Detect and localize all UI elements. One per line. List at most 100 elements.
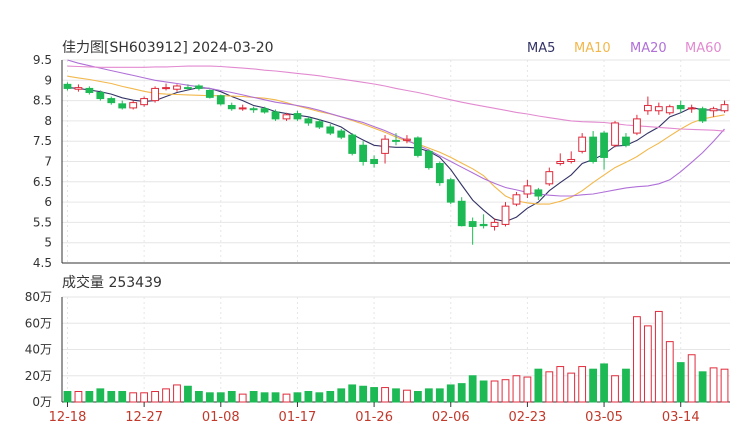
candle: [643, 96, 652, 115]
volume-bar: [534, 368, 543, 403]
volume-bar: [326, 391, 335, 403]
candle-body: [129, 102, 138, 109]
x-axis: 12-18 12-27 01-08 01-17 01-26 02-06 02-23 03-05…: [49, 402, 700, 425]
candle: [63, 82, 72, 91]
x-tick-label: 01-26: [355, 410, 393, 425]
candle-body: [654, 106, 663, 112]
volume-bar: [676, 362, 685, 403]
volume-bar: [282, 393, 291, 403]
volume-bar: [184, 385, 192, 403]
candle: [424, 149, 433, 170]
volume-bar: [205, 392, 214, 403]
candle: [118, 100, 127, 110]
candle-body: [85, 87, 94, 93]
volume-bar: [435, 388, 444, 403]
candle-body: [534, 189, 543, 197]
volume-bar: [315, 392, 324, 403]
price-ytick-label: 8.5: [33, 94, 52, 108]
volume-bar: [162, 388, 170, 403]
candle: [534, 187, 543, 201]
volume-bar: [107, 391, 116, 403]
volume-bar: [173, 384, 181, 403]
legend: MA5 MA10 MA20 MA60: [527, 41, 722, 56]
volume-bar: [643, 325, 652, 403]
candle: [556, 153, 565, 166]
candle-body: [687, 107, 696, 110]
candle-body: [63, 83, 72, 89]
volume-bar: [512, 375, 521, 403]
volume-bar: [381, 387, 389, 403]
candle-body: [490, 221, 499, 227]
candle: [611, 120, 619, 148]
candle-body: [381, 138, 389, 154]
candle-body: [337, 130, 346, 138]
candle-body: [468, 221, 477, 227]
volume-bar: [337, 388, 346, 403]
price-ytick-label: 9: [44, 73, 52, 87]
candle-body: [556, 161, 565, 165]
candle: [293, 110, 302, 121]
candle-body: [282, 114, 291, 120]
candle-body: [600, 132, 608, 158]
volume-bar: [216, 392, 225, 403]
price-ytick-label: 5.5: [33, 215, 52, 229]
x-tick-label: 03-14: [662, 410, 700, 425]
volume-bar: [567, 372, 576, 403]
candle: [512, 191, 521, 207]
candle-body: [665, 106, 674, 114]
price-panel: 9.5 9 8.5 8 7.5 7 6.5 6 5.5 5 4.5: [33, 53, 730, 270]
volume-bar: [446, 384, 455, 403]
candle-body: [578, 136, 587, 152]
candle: [435, 161, 444, 186]
volume-title: 成交量 253439: [62, 274, 162, 291]
volume-bar: [414, 391, 422, 403]
volume-bar: [151, 391, 159, 403]
candle-body: [567, 158, 576, 163]
candle: [600, 131, 608, 170]
volume-bar: [238, 393, 247, 403]
candle-body: [107, 98, 116, 104]
volume-bar: [129, 392, 138, 403]
x-tick-label: 01-08: [202, 410, 240, 425]
legend-ma20: MA20: [630, 41, 667, 56]
volume-ytick-label: 60万: [25, 316, 52, 330]
volume-bar: [698, 371, 707, 403]
candle-body: [676, 104, 685, 110]
candle-body: [435, 163, 444, 184]
volume-bar: [348, 384, 357, 403]
price-ytick-label: 7.5: [33, 134, 52, 148]
volume-bar: [140, 392, 149, 403]
candle: [654, 102, 663, 115]
volume-bar: [622, 368, 630, 403]
volume-bar: [194, 391, 203, 403]
volume-bar: [74, 391, 83, 403]
chart-container: 佳力图[SH603912] 2024-03-20 MA5 MA10 MA20 MA60…: [0, 0, 740, 440]
volume-bar: [63, 391, 72, 403]
candle: [337, 129, 346, 140]
candle-body: [403, 138, 411, 141]
candle: [578, 133, 587, 154]
volume-bar: [249, 391, 258, 403]
candle-body: [326, 126, 335, 134]
candle-body: [173, 85, 181, 90]
candle: [151, 86, 159, 103]
candle-body: [293, 113, 302, 120]
price-ytick-label: 4.5: [33, 256, 52, 270]
candle: [85, 86, 94, 95]
candle: [249, 106, 258, 113]
candle: [74, 84, 83, 92]
volume-bar: [293, 392, 302, 403]
volume-bar: [271, 392, 280, 403]
candle-body: [162, 87, 170, 90]
volume-bar: [578, 366, 587, 403]
candle: [633, 114, 641, 136]
candle-body: [118, 103, 127, 109]
volume-bar: [227, 391, 236, 403]
candle-body: [479, 223, 488, 227]
candle-body: [633, 118, 641, 134]
candle-body: [709, 108, 718, 112]
candle: [720, 100, 729, 113]
volume-panel: 80万 60万 40万 20万 0万: [25, 290, 730, 409]
candle-body: [249, 108, 258, 111]
volume-bar: [490, 380, 499, 403]
